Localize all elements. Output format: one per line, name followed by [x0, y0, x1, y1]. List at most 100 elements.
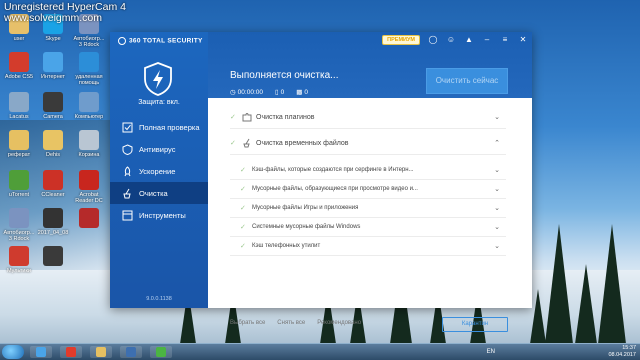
app-window-360-total-security: 360 TOTAL SECURITY Защита: вкл. Полная п…	[110, 32, 532, 332]
sidebar-item-tools[interactable]: Инструменты	[110, 204, 208, 226]
desktop-app-icon	[43, 130, 63, 150]
list-item[interactable]: ✓ Кэш-файлы, которые создаются при серфи…	[230, 160, 506, 180]
recommended-link[interactable]: Рекомендовано	[317, 320, 361, 326]
desktop-icon-label: Acrobat Reader DC	[75, 192, 103, 204]
deselect-all-link[interactable]: Снять все	[277, 320, 305, 326]
desktop-tree	[530, 289, 546, 344]
taskbar-app-yandex[interactable]	[60, 346, 82, 358]
desktop-icon[interactable]: Мультики	[2, 246, 36, 274]
files-stat: ▯ 0	[275, 88, 284, 97]
select-all-link[interactable]: Выбрать все	[230, 320, 265, 326]
desktop-icon[interactable]: удаленная помощь	[72, 52, 106, 86]
desktop-icon[interactable]	[36, 246, 70, 268]
shield-icon[interactable]	[143, 62, 173, 96]
close-icon[interactable]: ✕	[518, 35, 528, 45]
list-item-label: Мусорные файлы Игры и приложения	[252, 204, 359, 211]
sidebar-item-speedup[interactable]: Ускорение	[110, 160, 208, 182]
desktop-icon[interactable]: CCleaner	[36, 170, 70, 198]
desktop-app-icon	[9, 52, 29, 72]
premium-button[interactable]: ПРЕМИУМ	[382, 35, 420, 45]
sidebar-item-label: Полная проверка	[139, 122, 200, 132]
sidebar-item-full-scan[interactable]: Полная проверка	[110, 116, 208, 138]
menu-icon[interactable]: ≡	[500, 35, 510, 45]
cleanup-icon	[123, 188, 131, 198]
desktop-app-icon	[79, 170, 99, 190]
start-button[interactable]	[2, 345, 24, 359]
yandex-icon	[66, 347, 76, 357]
chevron-down-icon[interactable]: ⌄	[494, 185, 500, 193]
chevron-down-icon[interactable]: ⌄	[494, 242, 500, 250]
checkbox-icon[interactable]: ✓	[240, 185, 252, 193]
badge-icon[interactable]: ◯	[428, 35, 438, 45]
desktop-icon[interactable]: Lacatus	[2, 92, 36, 120]
desktop-icon[interactable]: Acrobat Reader DC	[72, 170, 106, 204]
user-icon[interactable]: ☺	[446, 35, 456, 45]
quarantine-button[interactable]: Карантин	[442, 317, 508, 332]
checkbox-icon[interactable]: ✓	[240, 223, 252, 231]
chevron-down-icon[interactable]: ⌄	[494, 223, 500, 231]
list-item[interactable]: ✓ Мусорные файлы, образующиеся при просм…	[230, 179, 506, 199]
desktop-icon[interactable]: Интернет	[36, 52, 70, 80]
list-item-label: Кэш телефонных утилит	[252, 242, 321, 249]
sidebar-item-antivirus[interactable]: Антивирус	[110, 138, 208, 160]
desktop-icon-label: uTorrent	[8, 192, 30, 198]
taskbar-app-media[interactable]	[120, 346, 142, 358]
sidebar-item-cleanup[interactable]: Очистка	[110, 182, 208, 204]
cleanup-list: ✓ Очистка плагинов ⌄ ✓ Очистка временных…	[208, 98, 532, 332]
bottom-links: Выбрать все Снять все Рекомендовано	[230, 320, 361, 326]
minimize-icon[interactable]: –	[482, 35, 492, 45]
clean-now-button[interactable]: Очистить сейчас	[426, 68, 508, 94]
desktop-icon[interactable]: Camera	[36, 92, 70, 120]
watermark-line-2: www.solveigmm.com	[4, 12, 103, 24]
system-clock[interactable]: 15:37 08.04.2017	[608, 345, 636, 358]
checkbox-icon[interactable]: ✓	[240, 204, 252, 212]
desktop-icon[interactable]: реферат	[2, 130, 36, 158]
desktop-icon-label: Мультики	[7, 268, 31, 274]
chevron-up-icon[interactable]: ⌃	[494, 139, 500, 147]
desktop-app-icon	[9, 170, 29, 190]
desktop-app-icon	[43, 208, 63, 228]
checkbox-icon[interactable]: ✓	[230, 139, 242, 147]
desktop-icon[interactable]	[72, 208, 106, 230]
brand-logo-icon	[118, 37, 126, 45]
desktop-app-icon	[79, 208, 99, 228]
checkbox-icon[interactable]: ✓	[230, 113, 242, 121]
desktop-icon[interactable]: 2017_04_08	[36, 208, 70, 236]
desktop-icon-label: Компьютер	[74, 114, 104, 120]
desktop-app-icon	[43, 52, 63, 72]
desktop-app-icon	[9, 246, 29, 266]
clock-icon: ◷	[230, 89, 236, 96]
section-row-temp-files[interactable]: ✓ Очистка временных файлов ⌃	[230, 132, 506, 155]
chevron-down-icon[interactable]: ⌄	[494, 204, 500, 212]
section-row-plugins[interactable]: ✓ Очистка плагинов ⌄	[230, 106, 506, 129]
chevron-down-icon[interactable]: ⌄	[494, 166, 500, 174]
desktop-icon[interactable]: Компьютер	[72, 92, 106, 120]
chrome-icon	[36, 347, 46, 357]
protection-status: Защита: вкл.	[138, 99, 180, 106]
desktop-app-icon	[9, 208, 29, 228]
list-item[interactable]: ✓ Мусорные файлы Игры и приложения ⌄	[230, 198, 506, 218]
list-item[interactable]: ✓ Системные мусорные файлы Windows ⌄	[230, 217, 506, 237]
desktop-icon[interactable]: uTorrent	[2, 170, 36, 198]
clock-date: 08.04.2017	[608, 351, 636, 358]
checkbox-icon[interactable]: ✓	[240, 242, 252, 250]
checkbox-icon[interactable]: ✓	[240, 166, 252, 174]
language-indicator[interactable]: EN	[487, 349, 495, 355]
taskbar-app-chrome[interactable]	[30, 346, 52, 358]
desktop-icon[interactable]: Автобиогр... 3 Rdock	[2, 208, 36, 242]
list-item[interactable]: ✓ Кэш телефонных утилит ⌄	[230, 236, 506, 256]
section-label: Очистка временных файлов	[256, 139, 349, 147]
taskbar-app-360[interactable]	[150, 346, 172, 358]
desktop-icon-label: Корзина	[78, 152, 100, 158]
desktop-tree	[575, 264, 597, 344]
desktop-icon-label: реферат	[7, 152, 31, 158]
taskbar-app-explorer[interactable]	[90, 346, 112, 358]
desktop-icon[interactable]: Adobe CS5	[2, 52, 36, 80]
desktop-icon[interactable]: Dehis	[36, 130, 70, 158]
desktop-app-icon	[9, 130, 29, 150]
desktop-icon[interactable]: Корзина	[72, 130, 106, 158]
desktop-icon-label: Lacatus	[9, 114, 29, 120]
chevron-down-icon[interactable]: ⌄	[494, 113, 500, 121]
shirt-icon[interactable]: ▲	[464, 35, 474, 45]
size-count: 0	[304, 88, 308, 96]
